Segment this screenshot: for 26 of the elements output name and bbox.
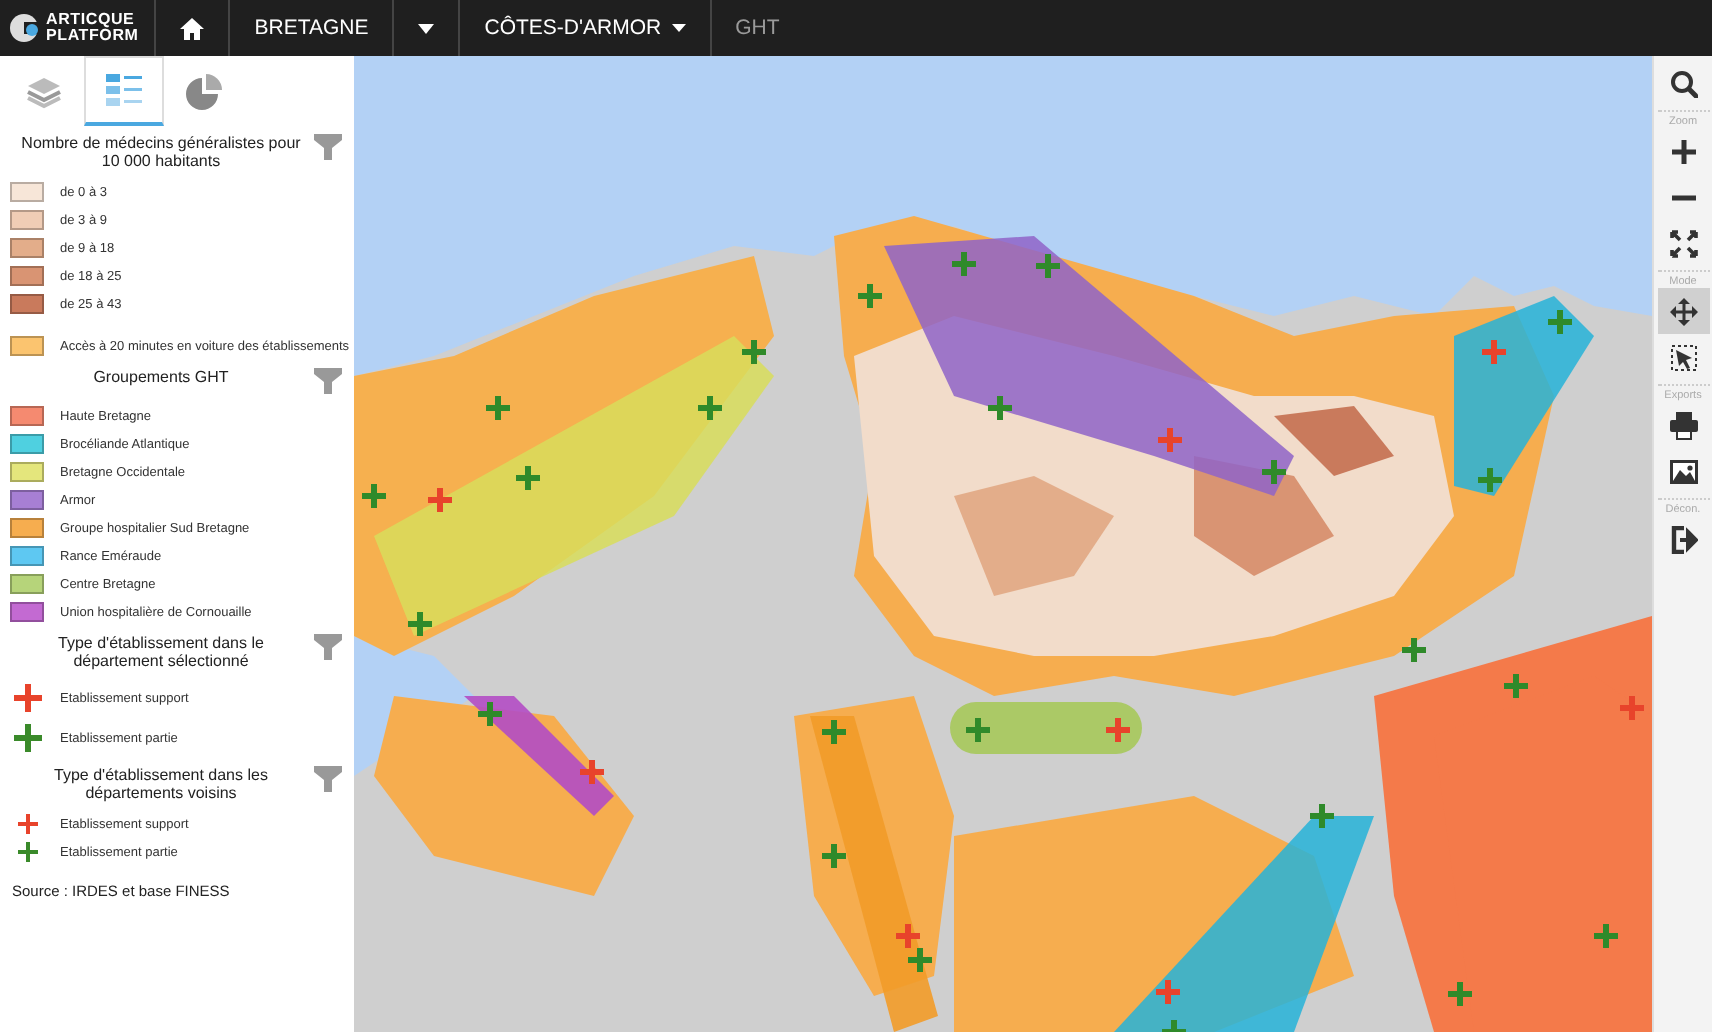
home-icon — [180, 17, 205, 39]
search-icon — [1669, 69, 1697, 97]
logo-text: ARTICQUE PLATFORM — [46, 12, 139, 44]
filter-icon[interactable] — [314, 368, 342, 394]
move-icon — [1669, 297, 1697, 325]
printer-icon — [1669, 411, 1697, 439]
caret-icon — [671, 24, 686, 32]
legend-title: Type d'établissement dans les départements voisins — [52, 766, 270, 802]
fullscreen-icon — [1669, 229, 1697, 257]
image-icon — [1669, 457, 1697, 485]
filter-icon[interactable] — [314, 634, 342, 660]
legend-title: Type d'établissement dans le département sélectionné — [56, 634, 266, 670]
filter-icon[interactable] — [314, 766, 342, 792]
legend-title: Nombre de médecins généralistes pour 10 000 habitants — [19, 134, 303, 170]
breadcrumb-item[interactable]: GHT — [711, 0, 804, 56]
logout-icon — [1669, 525, 1697, 553]
caret-icon — [418, 23, 435, 33]
pie-chart-icon — [186, 74, 222, 110]
logo-icon — [8, 12, 40, 44]
plus-icon — [1669, 137, 1697, 165]
legend-icon — [106, 72, 142, 108]
selection-icon — [1669, 343, 1697, 371]
filter-icon[interactable] — [314, 134, 342, 160]
move-button[interactable] — [1657, 288, 1709, 334]
legend-title: Groupements GHT — [91, 368, 231, 386]
layers-icon — [26, 74, 62, 110]
